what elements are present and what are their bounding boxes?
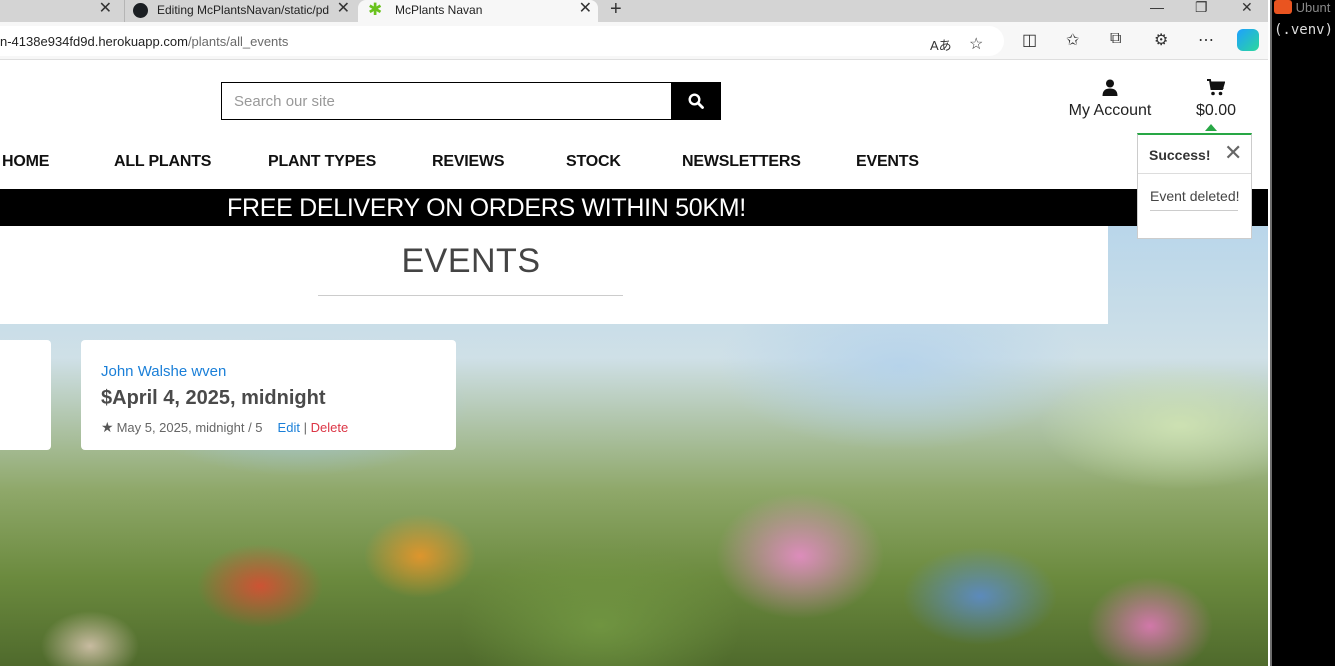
nav-home[interactable]: HOME	[2, 153, 49, 171]
favorites-icon[interactable]: ✩	[1066, 30, 1079, 50]
minimize-button[interactable]: —	[1150, 0, 1164, 15]
tab-close-icon[interactable]: ✕	[337, 0, 350, 18]
event-date: $April 4, 2025, midnight	[101, 387, 326, 409]
search-button[interactable]	[671, 82, 721, 120]
nav-newsletters[interactable]: NEWSLETTERS	[682, 153, 801, 171]
tab-close-icon[interactable]: ✕	[99, 0, 112, 18]
tab-close-icon[interactable]: ✕	[579, 0, 592, 18]
cart-link[interactable]: $0.00	[1192, 79, 1240, 120]
more-icon[interactable]: ⋯	[1198, 30, 1214, 50]
close-window-button[interactable]: ✕	[1241, 0, 1253, 16]
page-title: EVENTS	[401, 242, 541, 280]
event-card: John Walshe wven $April 4, 2025, midnigh…	[81, 340, 456, 450]
user-icon	[1102, 79, 1118, 96]
github-icon	[133, 3, 148, 18]
nav-reviews[interactable]: REVIEWS	[432, 153, 505, 171]
nav-stock[interactable]: STOCK	[566, 153, 621, 171]
my-account-link[interactable]: My Account	[1068, 79, 1152, 120]
close-icon[interactable]: ✕	[1224, 141, 1242, 165]
toast-underline	[1150, 210, 1238, 211]
browser-window: ✕ Editing McPlantsNavan/static/pd ✕ ✱ Mc…	[0, 0, 1268, 666]
address-bar: n-4138e934fd9d.herokuapp.com/plants/all_…	[0, 22, 1268, 60]
event-card-partial	[0, 340, 51, 450]
extensions-icon[interactable]: ⚙	[1154, 30, 1168, 50]
nav-plant-types[interactable]: PLANT TYPES	[268, 153, 376, 171]
search-icon	[688, 93, 704, 109]
events-heading-panel: EVENTS	[0, 226, 1108, 324]
nav-all-plants[interactable]: ALL PLANTS	[114, 153, 211, 171]
url-field[interactable]: n-4138e934fd9d.herokuapp.com/plants/all_…	[0, 26, 1004, 56]
main-nav: HOME ALL PLANTS PLANT TYPES REVIEWS STOC…	[0, 153, 1000, 183]
terminal-window: Ubunt (.venv)	[1270, 0, 1335, 666]
search-input[interactable]	[221, 82, 672, 120]
plant-favicon-icon: ✱	[368, 0, 383, 19]
tab-previous[interactable]: ✕	[0, 0, 118, 22]
favorite-star-icon[interactable]: ☆	[969, 34, 983, 54]
nav-events[interactable]: EVENTS	[856, 153, 919, 171]
split-screen-icon[interactable]: ◫	[1022, 30, 1037, 50]
event-meta: ★ May 5, 2025, midnight / 5 Edit | Delete	[101, 419, 349, 435]
toast-arrow	[1205, 124, 1217, 131]
tab-mcplants-active[interactable]: ✱ McPlants Navan ✕	[358, 0, 598, 22]
delete-link[interactable]: Delete	[311, 420, 349, 435]
star-icon: ★	[101, 419, 114, 435]
site-page: My Account $0.00 HOME ALL PLANTS PLANT T…	[0, 61, 1268, 666]
toast-divider	[1138, 173, 1251, 174]
terminal-prompt: (.venv)	[1274, 22, 1334, 38]
search-form	[221, 82, 721, 120]
tab-github-editing[interactable]: Editing McPlantsNavan/static/pd ✕	[124, 0, 356, 22]
new-tab-button[interactable]: +	[610, 0, 622, 21]
tab-title: Editing McPlantsNavan/static/pd	[157, 3, 330, 17]
collections-icon[interactable]: ⧉	[1110, 30, 1121, 48]
restore-button[interactable]: ❐	[1195, 0, 1208, 16]
delivery-banner: FREE DELIVERY ON ORDERS WITHIN 50KM!	[0, 189, 1268, 226]
copilot-icon[interactable]	[1237, 29, 1259, 51]
toast-message: Event deleted!	[1150, 188, 1240, 204]
shopping-cart-icon	[1207, 79, 1225, 96]
tab-title: McPlants Navan	[395, 3, 483, 17]
account-label: My Account	[1068, 102, 1152, 119]
cart-total: $0.00	[1195, 102, 1237, 119]
edit-link[interactable]: Edit	[278, 420, 300, 435]
title-divider	[318, 295, 623, 296]
terminal-title: Ubunt	[1274, 0, 1330, 15]
event-host-link[interactable]: John Walshe wven	[101, 363, 226, 380]
tab-strip: ✕ Editing McPlantsNavan/static/pd ✕ ✱ Mc…	[0, 0, 1268, 22]
success-toast: Success! ✕ Event deleted!	[1137, 133, 1252, 239]
url-text: n-4138e934fd9d.herokuapp.com/plants/all_…	[0, 34, 289, 49]
banner-text: FREE DELIVERY ON ORDERS WITHIN 50KM!	[227, 194, 746, 222]
toast-title: Success!	[1149, 147, 1211, 163]
read-aloud-icon[interactable]: Aあ	[930, 35, 952, 54]
ubuntu-icon	[1274, 0, 1292, 14]
separator: |	[303, 420, 307, 435]
